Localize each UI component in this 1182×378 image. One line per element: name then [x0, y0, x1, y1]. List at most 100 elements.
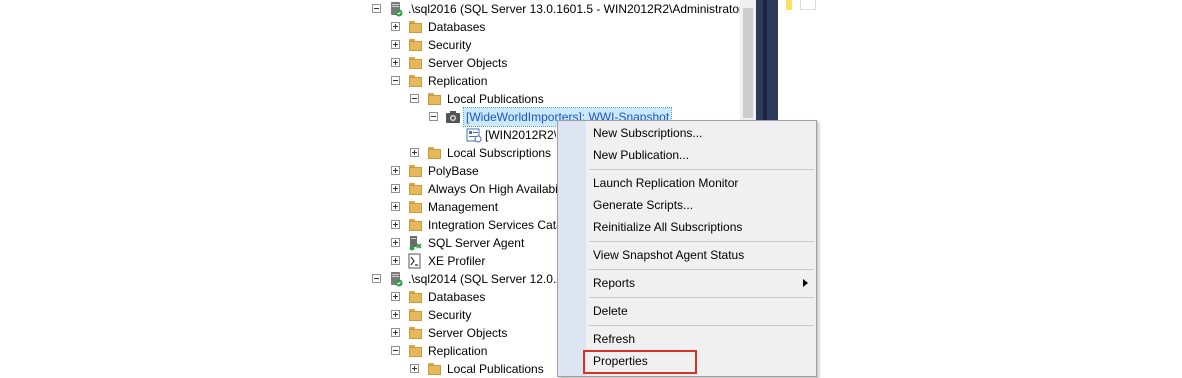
tree-node-server-objects[interactable]: Server Objects	[391, 324, 557, 342]
change-indicator	[786, 0, 792, 10]
tree-node-label: .\sql2014 (SQL Server 12.0.22	[408, 272, 557, 286]
menu-item-new-publication[interactable]: New Publication...	[593, 145, 689, 165]
menu-icon-gutter	[558, 121, 586, 376]
expand-icon[interactable]	[391, 22, 400, 31]
menu-item-view-snapshot-agent-status[interactable]: View Snapshot Agent Status	[593, 245, 744, 265]
tree-node-security[interactable]: Security	[391, 306, 557, 324]
tree-node-integration-services[interactable]: Integration Services Cata	[391, 216, 557, 234]
folder-icon	[427, 91, 443, 107]
expand-icon[interactable]	[391, 310, 400, 319]
folder-icon	[408, 19, 424, 35]
profiler-icon	[407, 253, 423, 269]
tree-node-label: Databases	[428, 290, 486, 304]
collapse-icon[interactable]	[372, 274, 381, 283]
folder-icon	[408, 73, 424, 89]
tree-node-local-publications[interactable]: Local Publications	[410, 360, 557, 378]
tree-node-subscription[interactable]: [WIN2012R2\S	[466, 126, 556, 144]
tree-node-security[interactable]: Security	[391, 36, 731, 54]
collapse-icon[interactable]	[410, 94, 419, 103]
folder-icon	[408, 163, 424, 179]
agent-icon	[407, 235, 423, 251]
tree-node-local-publications[interactable]: Local Publications	[410, 90, 730, 108]
expand-icon[interactable]	[391, 202, 400, 211]
server-icon	[388, 1, 404, 17]
tree-node-label: Security	[428, 38, 472, 52]
menu-item-reinitialize-all[interactable]: Reinitialize All Subscriptions	[593, 217, 742, 237]
tree-node-polybase[interactable]: PolyBase	[391, 162, 556, 180]
tree-node-label: Local Subscriptions	[447, 146, 552, 160]
menu-item-generate-scripts[interactable]: Generate Scripts...	[593, 195, 693, 215]
camera-icon	[445, 109, 461, 125]
menu-separator	[589, 297, 814, 298]
tree-node-sql2014-server[interactable]: .\sql2014 (SQL Server 12.0.22	[372, 270, 557, 288]
folder-icon	[408, 55, 424, 71]
menu-separator	[589, 325, 814, 326]
menu-item-refresh[interactable]: Refresh	[593, 329, 635, 349]
menu-separator	[589, 169, 814, 170]
folder-icon	[408, 343, 424, 359]
collapse-icon[interactable]	[429, 112, 438, 121]
expand-icon[interactable]	[391, 292, 400, 301]
tree-node-label: Security	[428, 308, 472, 322]
expand-icon[interactable]	[410, 148, 419, 157]
tree-node-sql2016-server[interactable]: .\sql2016 (SQL Server 13.0.1601.5 - WIN2…	[372, 0, 747, 18]
expand-icon[interactable]	[391, 40, 400, 49]
tree-node-label: [WIN2012R2\S	[485, 128, 556, 142]
collapse-icon[interactable]	[391, 346, 400, 355]
tree-node-label: Replication	[428, 344, 488, 358]
tree-node-sql-server-agent[interactable]: SQL Server Agent	[391, 234, 557, 252]
expand-icon[interactable]	[391, 238, 400, 247]
tree-node-label: XE Profiler	[428, 254, 486, 268]
folder-icon	[408, 217, 424, 233]
folder-icon	[408, 307, 424, 323]
server-icon	[388, 271, 404, 287]
tree-node-label: Management	[428, 200, 499, 214]
expand-icon[interactable]	[391, 58, 400, 67]
scrollbar-thumb[interactable]	[743, 8, 753, 118]
tree-node-label: Server Objects	[428, 326, 508, 340]
tree-node-databases[interactable]: Databases	[391, 288, 557, 306]
menu-item-launch-replication-monitor[interactable]: Launch Replication Monitor	[593, 173, 738, 193]
properties-highlight-box	[583, 350, 697, 374]
tree-node-label: Replication	[428, 74, 488, 88]
tree-node-replication[interactable]: Replication	[391, 72, 731, 90]
folder-icon	[408, 289, 424, 305]
tree-node-always-on[interactable]: Always On High Availabi	[391, 180, 557, 198]
menu-separator	[589, 269, 814, 270]
tree-node-label: Integration Services Cata	[428, 218, 557, 232]
tree-node-management[interactable]: Management	[391, 198, 557, 216]
expand-icon[interactable]	[391, 220, 400, 229]
document-pane	[778, 0, 1182, 377]
tree-node-label: PolyBase	[428, 164, 479, 178]
collapse-icon[interactable]	[391, 76, 400, 85]
tree-node-label: SQL Server Agent	[428, 236, 525, 250]
tree-node-label: .\sql2016 (SQL Server 13.0.1601.5 - WIN2…	[408, 2, 748, 16]
folder-icon	[408, 325, 424, 341]
folder-icon	[408, 199, 424, 215]
submenu-arrow-icon	[803, 279, 808, 287]
tree-node-server-objects[interactable]: Server Objects	[391, 54, 731, 72]
expand-icon[interactable]	[391, 166, 400, 175]
tree-node-label: Server Objects	[428, 56, 508, 70]
menu-item-new-subscriptions[interactable]: New Subscriptions...	[593, 123, 702, 143]
collapse-icon[interactable]	[372, 4, 381, 13]
context-menu: New Subscriptions... New Publication... …	[557, 120, 817, 377]
menu-item-reports[interactable]: Reports	[593, 273, 808, 293]
tree-node-replication[interactable]: Replication	[391, 342, 557, 360]
expand-icon[interactable]	[410, 364, 419, 373]
menu-item-label: Reports	[593, 276, 636, 290]
tree-node-databases[interactable]: Databases	[391, 18, 731, 36]
tree-node-local-subscriptions[interactable]: Local Subscriptions	[410, 144, 556, 162]
subscription-icon	[466, 127, 482, 143]
expand-icon[interactable]	[391, 184, 400, 193]
menu-item-delete[interactable]: Delete	[593, 301, 628, 321]
pane-corner	[800, 0, 816, 10]
tree-node-label: Always On High Availabi	[428, 182, 557, 196]
folder-icon	[427, 145, 443, 161]
tree-node-label: Local Publications	[447, 92, 544, 106]
folder-icon	[427, 361, 443, 377]
tree-node-xe-profiler[interactable]: XE Profiler	[391, 252, 557, 270]
tree-node-label: Databases	[428, 20, 486, 34]
expand-icon[interactable]	[391, 256, 400, 265]
expand-icon[interactable]	[391, 328, 400, 337]
